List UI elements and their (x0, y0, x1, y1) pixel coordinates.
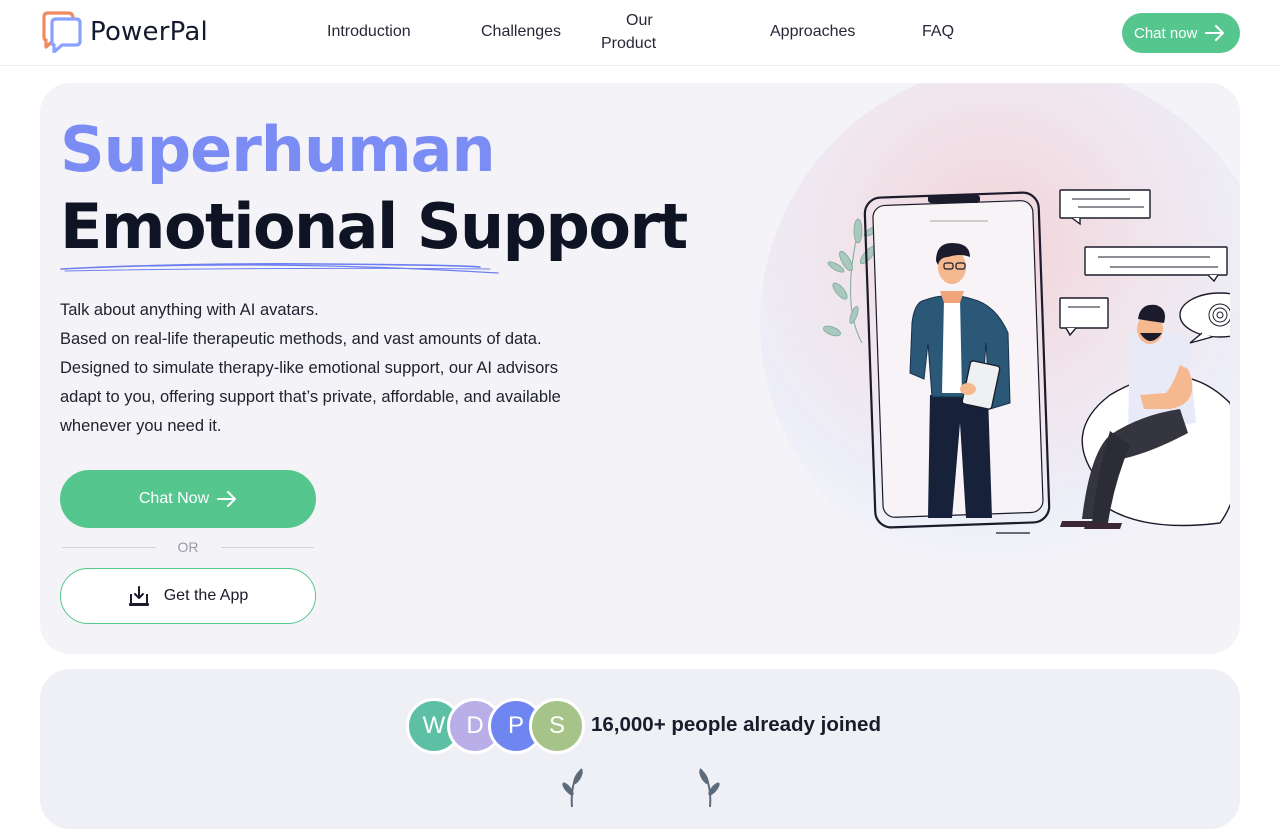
hero-title-highlight: Superhuman (60, 113, 496, 186)
hero-chat-now-button[interactable]: Chat Now (60, 470, 316, 528)
or-text: OR (177, 539, 199, 555)
nav-our-product-line1: Our (626, 12, 653, 29)
header-chat-now-label: Chat now (1134, 24, 1198, 42)
nav-introduction[interactable]: Introduction (327, 20, 411, 43)
plant-decoration (823, 218, 881, 344)
arrow-right-icon (1205, 25, 1225, 41)
joined-count-text: 16,000+ people already joined (591, 713, 881, 736)
hero-title: Emotional Support (60, 190, 688, 263)
nav-our-product-line2: Product (601, 35, 657, 52)
arrow-right-icon (217, 491, 237, 507)
hero-description: Talk about anything with AI avatars. Bas… (60, 296, 600, 441)
laurel-left-icon (562, 768, 583, 807)
hero-description-line: adapt to you, offering support that’s pr… (60, 388, 561, 406)
download-icon (128, 586, 149, 606)
nav-approaches[interactable]: Approaches (770, 20, 855, 43)
hero-section: Superhuman Emotional Support Talk about … (40, 83, 1240, 654)
hero-chat-now-label: Chat Now (138, 490, 210, 507)
nav-challenges[interactable]: Challenges (481, 20, 561, 43)
speech-bubble-logo-icon (42, 11, 82, 53)
phone-avatar-therapy-illustration (823, 189, 1230, 534)
hand-drawn-underline (60, 263, 499, 274)
get-the-app-label: Get the App (163, 587, 249, 604)
hero-description-line: Talk about anything with AI avatars. (60, 301, 319, 319)
get-the-app-button[interactable]: Get the App (60, 568, 316, 624)
nav-our-product[interactable]: Our Product (601, 9, 681, 55)
social-proof-section: W D P S 16,000+ people already joined (40, 669, 1240, 829)
avatar: S (529, 698, 585, 754)
divider-line (220, 546, 314, 548)
site-header: PowerPal Introduction Challenges Our Pro… (0, 0, 1280, 66)
hero-description-line: whenever you need it. (60, 417, 222, 435)
hero-description-line: Based on real-life therapeutic methods, … (60, 330, 542, 348)
logo[interactable]: PowerPal (40, 11, 208, 53)
nav-faq[interactable]: FAQ (922, 20, 954, 43)
or-divider: OR (62, 539, 314, 555)
hero-description-line: Designed to simulate therapy-like emotio… (60, 359, 559, 377)
header-chat-now-button[interactable]: Chat now (1122, 13, 1240, 53)
avatar-stack: W D P S (406, 698, 588, 756)
laurel-right-icon (699, 768, 720, 807)
brand-name: PowerPal (90, 17, 208, 47)
divider-line (62, 546, 156, 548)
